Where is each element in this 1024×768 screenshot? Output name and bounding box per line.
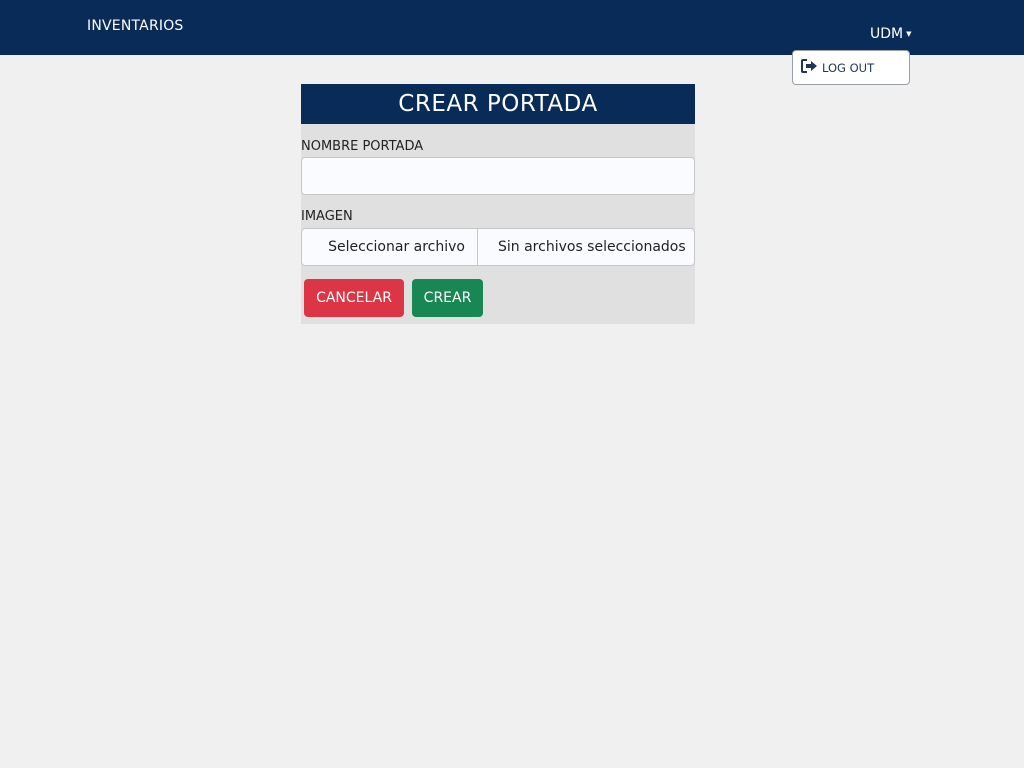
logout-icon bbox=[801, 59, 818, 76]
logout-menu-item[interactable]: LOG OUT bbox=[793, 51, 909, 84]
name-input[interactable] bbox=[301, 157, 695, 195]
create-cover-form: CREAR PORTADA NOMBRE PORTADA IMAGEN Sele… bbox=[301, 84, 695, 324]
image-file-input[interactable]: Seleccionar archivo Sin archivos selecci… bbox=[301, 228, 695, 266]
create-button[interactable]: CREAR bbox=[412, 279, 483, 317]
caret-down-icon: ▼ bbox=[906, 29, 912, 38]
user-menu-label: UDM bbox=[870, 26, 904, 42]
navbar: INVENTARIOS UDM ▼ bbox=[0, 0, 1024, 55]
brand-link[interactable]: INVENTARIOS bbox=[87, 18, 184, 34]
logout-label: LOG OUT bbox=[822, 60, 875, 75]
image-label: IMAGEN bbox=[301, 209, 353, 224]
name-label: NOMBRE PORTADA bbox=[301, 139, 424, 154]
choose-file-button[interactable]: Seleccionar archivo bbox=[302, 229, 478, 265]
user-menu-toggle[interactable]: UDM ▼ bbox=[870, 26, 912, 42]
cancel-button[interactable]: CANCELAR bbox=[304, 279, 404, 317]
form-title: CREAR PORTADA bbox=[301, 84, 695, 124]
user-dropdown: LOG OUT bbox=[792, 50, 910, 85]
file-status-text: Sin archivos seleccionados bbox=[498, 239, 686, 255]
